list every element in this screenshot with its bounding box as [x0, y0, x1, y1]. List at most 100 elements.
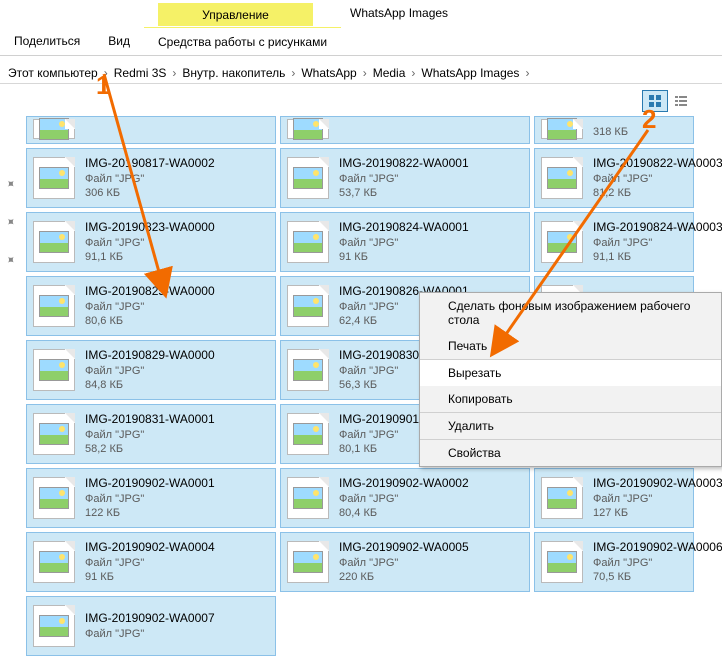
file-name: IMG-20190902-WA0001: [85, 476, 215, 492]
file-tile[interactable]: IMG-20190902-WA0003Файл "JPG"127 КБ: [534, 468, 694, 528]
context-menu-item[interactable]: Копировать: [420, 386, 721, 412]
file-type: Файл "JPG": [339, 492, 469, 506]
file-tile[interactable]: IMG-20190824-WA0003Файл "JPG"91,1 КБ: [534, 212, 694, 272]
image-file-icon: [541, 221, 583, 263]
file-type: Файл "JPG": [339, 172, 469, 186]
file-name: IMG-20190902-WA0002: [339, 476, 469, 492]
file-name: IMG-20190824-WA0003: [593, 220, 722, 236]
file-size: 80,6 КБ: [85, 314, 215, 328]
image-file-icon: [287, 349, 329, 391]
image-file-icon: [287, 477, 329, 519]
chevron-right-icon: ›: [170, 66, 178, 80]
image-file-icon: [33, 413, 75, 455]
file-name: IMG-20190902-WA0006: [593, 540, 722, 556]
pin-icon: ✦: [4, 252, 21, 269]
file-tile[interactable]: IMG-20190825-WA0000Файл "JPG"80,6 КБ: [26, 276, 276, 336]
breadcrumb-item[interactable]: Media: [369, 66, 410, 80]
file-size: 91,1 КБ: [85, 250, 215, 264]
pin-icon: ✦: [4, 214, 21, 231]
file-tile[interactable]: IMG-20190902-WA0002Файл "JPG"80,4 КБ: [280, 468, 530, 528]
file-name: IMG-20190817-WA0002: [85, 156, 215, 172]
image-file-icon: [33, 477, 75, 519]
file-tile[interactable]: IMG-20190902-WA0001Файл "JPG"122 КБ: [26, 468, 276, 528]
file-type: Файл "JPG": [85, 364, 215, 378]
file-tile[interactable]: [26, 116, 276, 144]
file-size: 91 КБ: [339, 250, 469, 264]
breadcrumb-item[interactable]: WhatsApp Images: [417, 66, 523, 80]
file-tile[interactable]: IMG-20190817-WA0002Файл "JPG"306 КБ: [26, 148, 276, 208]
image-file-icon: [33, 285, 75, 327]
image-file-icon: [541, 541, 583, 583]
tab-view[interactable]: Вид: [94, 27, 144, 55]
chevron-right-icon: ›: [289, 66, 297, 80]
file-tile[interactable]: IMG-20190824-WA0001Файл "JPG"91 КБ: [280, 212, 530, 272]
file-name: IMG-20190902-WA0003: [593, 476, 722, 492]
file-size: 84,8 КБ: [85, 378, 215, 392]
file-size: 91 КБ: [85, 570, 215, 584]
window-title: WhatsApp Images: [350, 6, 448, 20]
file-type: Файл "JPG": [85, 300, 215, 314]
image-file-icon: [287, 413, 329, 455]
file-size: 318 КБ: [593, 125, 628, 139]
image-file-icon: [287, 119, 329, 139]
file-tile[interactable]: [280, 116, 530, 144]
breadcrumb[interactable]: Этот компьютер›Redmi 3S›Внутр. накопител…: [0, 62, 722, 84]
image-file-icon: [287, 157, 329, 199]
file-tile[interactable]: IMG-20190829-WA0000Файл "JPG"84,8 КБ: [26, 340, 276, 400]
image-file-icon: [33, 221, 75, 263]
file-size: 70,5 КБ: [593, 570, 722, 584]
file-name: IMG-20190831-WA0001: [85, 412, 215, 428]
context-menu-item[interactable]: Печать: [420, 333, 721, 359]
image-file-icon: [33, 119, 75, 139]
image-file-icon: [287, 541, 329, 583]
file-tile[interactable]: IMG-20190902-WA0006Файл "JPG"70,5 КБ: [534, 532, 694, 592]
file-tile[interactable]: IMG-20190822-WA0003Файл "JPG"81,2 КБ: [534, 148, 694, 208]
image-file-icon: [33, 541, 75, 583]
view-details-button[interactable]: [668, 90, 694, 112]
chevron-right-icon: ›: [361, 66, 369, 80]
pin-icon: ✦: [4, 176, 21, 193]
file-name: IMG-20190823-WA0000: [85, 220, 215, 236]
breadcrumb-item[interactable]: WhatsApp: [297, 66, 360, 80]
chevron-right-icon: ›: [409, 66, 417, 80]
file-size: 127 КБ: [593, 506, 722, 520]
view-tiles-button[interactable]: [642, 90, 668, 112]
image-file-icon: [541, 119, 583, 139]
tab-manage[interactable]: Управление: [158, 3, 313, 26]
file-name: IMG-20190902-WA0004: [85, 540, 215, 556]
file-size: 122 КБ: [85, 506, 215, 520]
file-tile[interactable]: IMG-20190902-WA0004Файл "JPG"91 КБ: [26, 532, 276, 592]
context-menu-item[interactable]: Удалить: [420, 412, 721, 439]
tab-picture-tools[interactable]: Средства работы с рисунками: [144, 27, 341, 55]
breadcrumb-item[interactable]: Внутр. накопитель: [178, 66, 289, 80]
breadcrumb-item[interactable]: Redmi 3S: [110, 66, 171, 80]
chevron-right-icon: ›: [523, 66, 531, 80]
file-size: 81,2 КБ: [593, 186, 722, 200]
tab-share[interactable]: Поделиться: [0, 27, 94, 55]
file-tile[interactable]: IMG-20190902-WA0007Файл "JPG": [26, 596, 276, 656]
file-type: Файл "JPG": [593, 236, 722, 250]
file-tile[interactable]: IMG-20190831-WA0001Файл "JPG"58,2 КБ: [26, 404, 276, 464]
context-menu-item[interactable]: Сделать фоновым изображением рабочего ст…: [420, 293, 721, 333]
file-size: 53,7 КБ: [339, 186, 469, 200]
chevron-right-icon: ›: [102, 66, 110, 80]
file-name: IMG-20190824-WA0001: [339, 220, 469, 236]
file-type: Файл "JPG": [593, 172, 722, 186]
context-menu-item[interactable]: Свойства: [420, 439, 721, 466]
file-tile[interactable]: IMG-20190823-WA0000Файл "JPG"91,1 КБ: [26, 212, 276, 272]
context-menu-item[interactable]: Вырезать: [420, 359, 721, 386]
file-type: Файл "JPG": [593, 492, 722, 506]
context-menu: Сделать фоновым изображением рабочего ст…: [419, 292, 722, 467]
file-tile[interactable]: IMG-20190902-WA0005Файл "JPG"220 КБ: [280, 532, 530, 592]
image-file-icon: [287, 285, 329, 327]
file-name: IMG-20190902-WA0005: [339, 540, 469, 556]
file-type: Файл "JPG": [85, 172, 215, 186]
file-name: IMG-20190829-WA0000: [85, 348, 215, 364]
ribbon: Управление WhatsApp Images Поделиться Ви…: [0, 0, 722, 56]
file-name: IMG-20190902-WA0007: [85, 611, 215, 627]
file-name: IMG-20190825-WA0000: [85, 284, 215, 300]
breadcrumb-item[interactable]: Этот компьютер: [4, 66, 102, 80]
file-tile[interactable]: Файл "JPG"318 КБ: [534, 116, 694, 144]
file-tile[interactable]: IMG-20190822-WA0001Файл "JPG"53,7 КБ: [280, 148, 530, 208]
view-mode-strip: [642, 90, 722, 114]
